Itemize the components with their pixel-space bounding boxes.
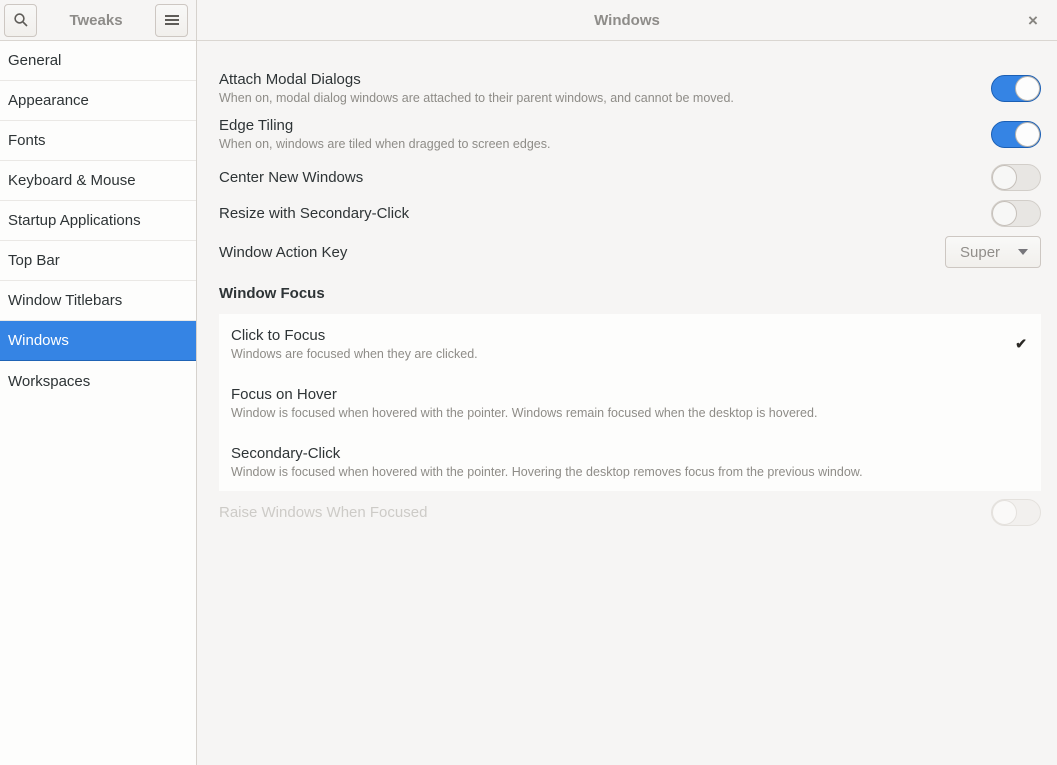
switch-knob: [992, 200, 1017, 226]
center-new-windows-switch[interactable]: [991, 163, 1041, 191]
setting-title: Center New Windows: [219, 168, 364, 186]
option-title: Click to Focus: [231, 327, 326, 344]
sidebar-item-keyboard-mouse[interactable]: Keyboard & Mouse: [0, 161, 196, 201]
close-icon: ×: [1028, 10, 1038, 30]
option-title: Secondary-Click: [231, 445, 341, 462]
setting-row-edge-tiling: Edge Tiling When on, windows are tiled w…: [219, 112, 1041, 156]
setting-row-raise-windows-when-focused: Raise Windows When Focused: [219, 497, 1041, 527]
sidebar-item-fonts[interactable]: Fonts: [0, 121, 196, 161]
sidebar-item-appearance[interactable]: Appearance: [0, 81, 196, 121]
sidebar-item-startup-applications[interactable]: Startup Applications: [0, 201, 196, 241]
setting-row-attach-modal-dialogs: Attach Modal Dialogs When on, modal dial…: [219, 66, 1041, 110]
resize-with-secondary-click-switch[interactable]: [991, 199, 1041, 227]
menu-button[interactable]: [155, 3, 188, 37]
sidebar-header: Tweaks: [0, 0, 196, 41]
setting-row-center-new-windows: Center New Windows: [219, 162, 1041, 192]
setting-title: Raise Windows When Focused: [219, 503, 428, 521]
switch-knob: [992, 164, 1017, 190]
setting-title: Attach Modal Dialogs: [219, 71, 361, 88]
window-focus-list: Click to Focus Windows are focused when …: [219, 314, 1041, 491]
sidebar-item-window-titlebars[interactable]: Window Titlebars: [0, 281, 196, 321]
sidebar: Tweaks General Appearance Fonts Keyboard…: [0, 0, 197, 765]
setting-description: When on, windows are tiled when dragged …: [219, 137, 551, 151]
page-title: Windows: [594, 11, 660, 29]
setting-title: Window Action Key: [219, 243, 348, 261]
focus-option-click-to-focus[interactable]: Click to Focus Windows are focused when …: [219, 314, 1041, 373]
setting-row-window-action-key: Window Action Key Super: [219, 236, 1041, 268]
edge-tiling-switch[interactable]: [991, 120, 1041, 148]
chevron-down-icon: [1018, 249, 1028, 255]
main-header: Windows ×: [197, 0, 1057, 41]
window-focus-heading: Window Focus: [219, 285, 325, 302]
sidebar-item-top-bar[interactable]: Top Bar: [0, 241, 196, 281]
app-title: Tweaks: [69, 11, 123, 29]
option-description: Window is focused when hovered with the …: [231, 406, 818, 420]
focus-option-focus-on-hover[interactable]: Focus on Hover Window is focused when ho…: [219, 373, 1041, 432]
setting-title: Resize with Secondary-Click: [219, 204, 410, 222]
switch-knob: [1015, 121, 1040, 147]
option-title: Focus on Hover: [231, 386, 337, 403]
switch-knob: [1015, 75, 1040, 101]
dropdown-value: Super: [960, 243, 1001, 261]
setting-row-resize-secondary-click: Resize with Secondary-Click: [219, 198, 1041, 228]
hamburger-menu-icon: [164, 15, 179, 25]
switch-knob: [992, 499, 1017, 525]
check-icon: ✔: [1015, 335, 1027, 351]
sidebar-item-general[interactable]: General: [0, 41, 196, 81]
option-description: Windows are focused when they are clicke…: [231, 347, 478, 361]
windows-settings-panel: Attach Modal Dialogs When on, modal dial…: [197, 41, 1057, 527]
attach-modal-dialogs-switch[interactable]: [991, 74, 1041, 102]
main-pane: Windows × Attach Modal Dialogs When on, …: [197, 0, 1057, 765]
setting-description: When on, modal dialog windows are attach…: [219, 91, 734, 105]
window-action-key-dropdown[interactable]: Super: [945, 236, 1041, 268]
focus-option-secondary-click[interactable]: Secondary-Click Window is focused when h…: [219, 432, 1041, 491]
gnome-tweaks-window: Tweaks General Appearance Fonts Keyboard…: [0, 0, 1057, 765]
search-icon: [13, 13, 28, 27]
option-description: Window is focused when hovered with the …: [231, 465, 863, 479]
sidebar-item-windows[interactable]: Windows: [0, 321, 196, 361]
setting-title: Edge Tiling: [219, 117, 294, 134]
search-button[interactable]: [4, 3, 37, 37]
sidebar-item-workspaces[interactable]: Workspaces: [0, 361, 196, 401]
raise-windows-when-focused-switch: [991, 498, 1041, 526]
close-button[interactable]: ×: [1020, 7, 1046, 33]
sidebar-nav: General Appearance Fonts Keyboard & Mous…: [0, 41, 196, 401]
